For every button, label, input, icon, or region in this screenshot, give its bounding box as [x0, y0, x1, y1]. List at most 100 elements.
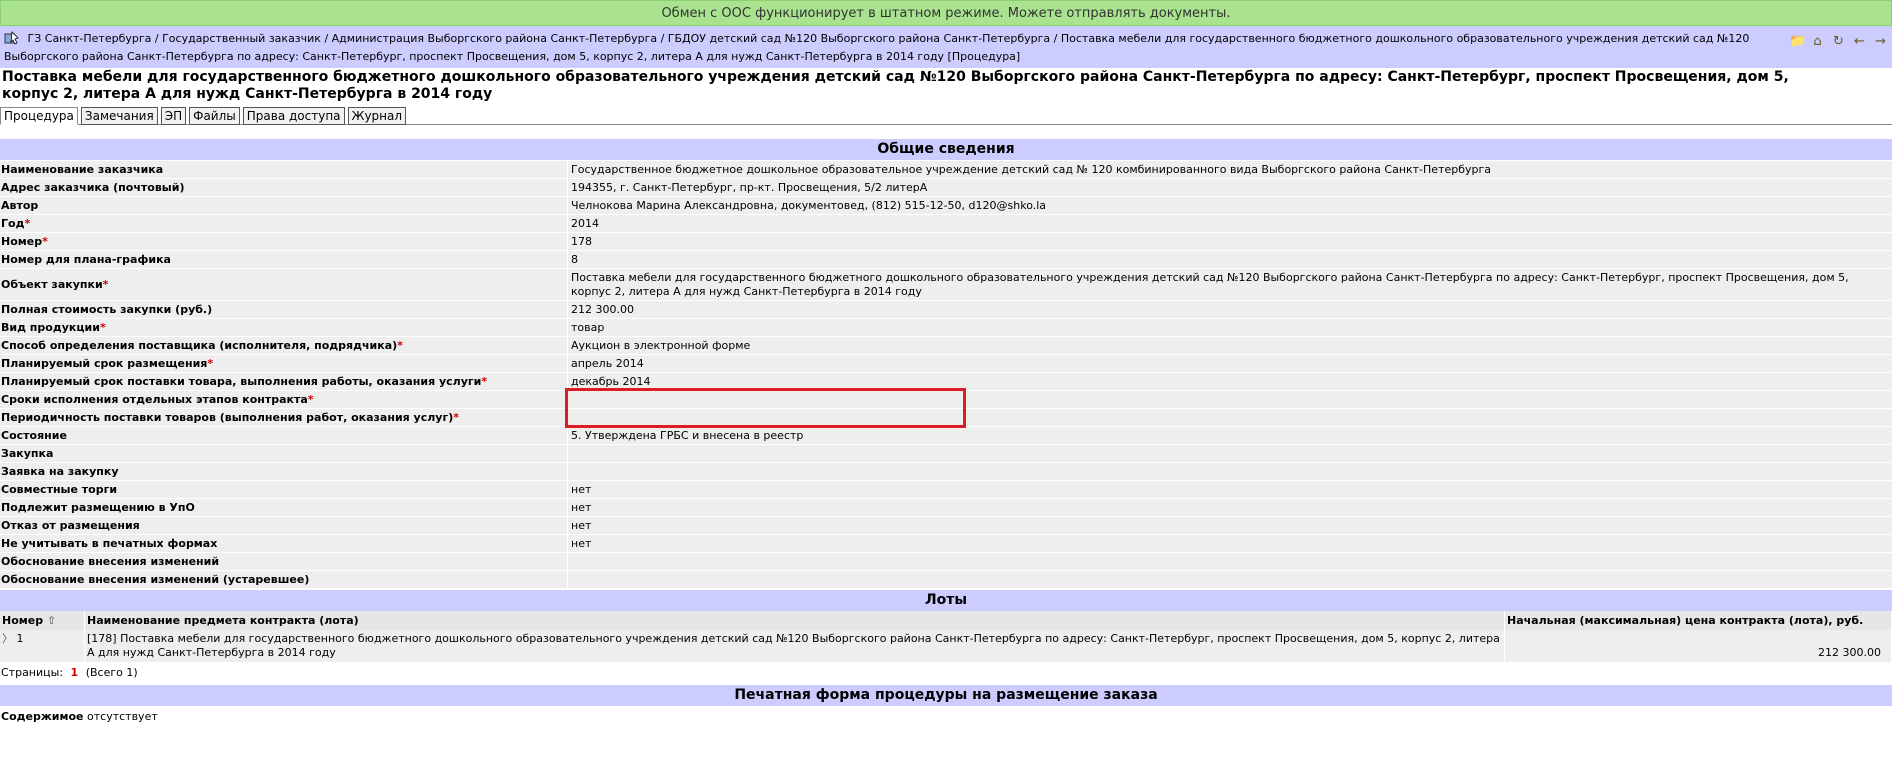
column-initial-price[interactable]: Начальная (максимальная) цена контракта …: [1504, 611, 1892, 630]
info-value: Государственное бюджетное дошкольное обр…: [571, 163, 1492, 176]
info-row: Состояние 5. Утверждена ГРБС и внесена в …: [0, 426, 1892, 445]
status-bar: Обмен с ООС функционирует в штатном режи…: [0, 0, 1892, 26]
forward-icon[interactable]: →: [1873, 34, 1888, 49]
info-value: 212 300.00: [571, 303, 634, 316]
general-info-header: Общие сведения: [0, 139, 1892, 160]
info-row: Адрес заказчика (почтовый) 194355, г. Сан…: [0, 178, 1892, 197]
info-label: Периодичность поставки товаров (выполнен…: [1, 411, 454, 424]
print-form-label: Содержимое: [1, 710, 84, 723]
info-row: Отказ от размещения нет: [0, 516, 1892, 535]
info-value: [568, 391, 1892, 409]
info-label: Вид продукции: [1, 321, 100, 334]
back-icon[interactable]: ←: [1852, 34, 1867, 49]
info-label: Отказ от размещения: [1, 519, 140, 532]
sort-arrow-icon[interactable]: ⇧: [47, 614, 56, 627]
info-row: Номер для плана-графика 8: [0, 250, 1892, 269]
lot-number: 1: [16, 632, 24, 645]
tab-remarks[interactable]: Замечания: [80, 107, 158, 125]
info-row: Объект закупки* Поставка мебели для госуд…: [0, 268, 1892, 301]
print-form-value: отсутствует: [87, 710, 158, 723]
home-icon[interactable]: ⌂: [1810, 34, 1825, 49]
info-row: Не учитывать в печатных формах нет: [0, 534, 1892, 553]
tab-files[interactable]: Файлы: [189, 107, 240, 125]
info-label: Обоснование внесения изменений: [1, 555, 220, 568]
column-lot-name[interactable]: Наименование предмета контракта (лота): [84, 611, 1505, 630]
info-row: Автор Челнокова Марина Александровна, док…: [0, 196, 1892, 215]
info-value: нет: [571, 483, 592, 496]
info-value: [568, 409, 1892, 427]
folder-icon[interactable]: 📁: [1789, 34, 1805, 49]
info-row: Год* 2014: [0, 214, 1892, 233]
info-label: Подлежит размещению в УпО: [1, 501, 195, 514]
tab-bar: Процедура Замечания ЭП Файлы Права досту…: [0, 105, 1892, 125]
info-value: апрель 2014: [571, 357, 644, 370]
status-message: Обмен с ООС функционирует в штатном режи…: [661, 5, 1231, 21]
required-mark: *: [24, 217, 31, 230]
info-value: нет: [571, 537, 592, 550]
info-label: Адрес заказчика (почтовый): [1, 181, 185, 194]
info-value: [568, 553, 1892, 571]
info-row: Периодичность поставки товаров (выполнен…: [0, 408, 1892, 427]
required-mark: *: [453, 411, 460, 424]
required-mark: *: [397, 339, 403, 352]
info-row: Закупка: [0, 444, 1892, 463]
info-label: Планируемый срок размещения: [1, 357, 208, 370]
tab-procedure[interactable]: Процедура: [0, 107, 78, 125]
info-label: Закупка: [1, 447, 54, 460]
tab-log[interactable]: Журнал: [347, 107, 407, 125]
info-value: Аукцион в электронной форме: [571, 339, 751, 352]
info-label: Номер для плана-графика: [1, 253, 171, 266]
info-row: Заявка на закупку: [0, 462, 1892, 481]
lots-header: Лоты: [0, 590, 1892, 611]
info-row: Вид продукции* товар: [0, 318, 1892, 337]
breadcrumb-text[interactable]: ГЗ Санкт-Петербурга / Государственный за…: [4, 32, 1749, 63]
pagination-label: Страницы:: [1, 666, 64, 679]
info-label: Состояние: [1, 429, 67, 442]
required-mark: *: [99, 321, 106, 334]
info-value: 194355, г. Санкт-Петербург, пр-кт. Просв…: [571, 181, 928, 194]
info-label: Совместные торги: [1, 483, 118, 496]
info-row: Сроки исполнения отдельных этапов контра…: [0, 390, 1892, 409]
info-row: Номер* 178: [0, 232, 1892, 251]
table-row[interactable]: 〉 1 [178] Поставка мебели для государств…: [0, 630, 1892, 662]
info-value: 178: [571, 235, 592, 248]
tab-signature[interactable]: ЭП: [160, 107, 187, 125]
required-mark: *: [307, 393, 314, 406]
page-title: Поставка мебели для государственного бюд…: [2, 69, 1789, 102]
info-row: Наименование заказчика Государственное бю…: [0, 160, 1892, 179]
required-mark: *: [207, 357, 214, 370]
required-mark: *: [42, 235, 48, 248]
required-mark: *: [102, 278, 109, 291]
tab-access-rights[interactable]: Права доступа: [242, 107, 345, 125]
info-label: Планируемый срок поставки товара, выполн…: [1, 375, 482, 388]
info-label: Сроки исполнения отдельных этапов контра…: [1, 393, 308, 406]
refresh-icon[interactable]: ↻: [1831, 34, 1846, 49]
info-label: Способ определения поставщика (исполните…: [1, 339, 398, 352]
info-label: Объект закупки: [1, 278, 103, 291]
info-label: Наименование заказчика: [1, 163, 164, 176]
info-value: Челнокова Марина Александровна, документ…: [571, 199, 1047, 212]
info-row: Планируемый срок размещения* апрель 2014: [0, 354, 1892, 373]
info-label: Полная стоимость закупки (руб.): [1, 303, 213, 316]
column-number[interactable]: Номер ⇧: [0, 611, 85, 630]
info-value: [568, 463, 1892, 481]
app-icon: [4, 31, 19, 45]
page-link-current[interactable]: 1: [71, 666, 79, 679]
toolbar: 📁 ⌂ ↻ ← →: [1789, 34, 1888, 49]
expand-icon[interactable]: 〉: [2, 632, 13, 645]
info-label: Год: [1, 217, 25, 230]
breadcrumb: ГЗ Санкт-Петербурга / Государственный за…: [0, 26, 1892, 68]
info-row: Подлежит размещению в УпО нет: [0, 498, 1892, 517]
lot-price: 212 300.00: [1504, 630, 1892, 662]
info-value: 2014: [571, 217, 599, 230]
required-mark: *: [481, 375, 488, 388]
pagination-total: (Всего 1): [85, 666, 138, 679]
info-label: Автор: [1, 199, 39, 212]
info-value: Поставка мебели для государственного бюд…: [571, 271, 1849, 298]
info-value: нет: [571, 501, 592, 514]
info-value: 5. Утверждена ГРБС и внесена в реестр: [571, 429, 804, 442]
info-value: [568, 445, 1892, 463]
info-label: Обоснование внесения изменений (устаревш…: [1, 573, 310, 586]
lot-name[interactable]: [178] Поставка мебели для государственно…: [84, 630, 1505, 662]
info-value: нет: [571, 519, 592, 532]
